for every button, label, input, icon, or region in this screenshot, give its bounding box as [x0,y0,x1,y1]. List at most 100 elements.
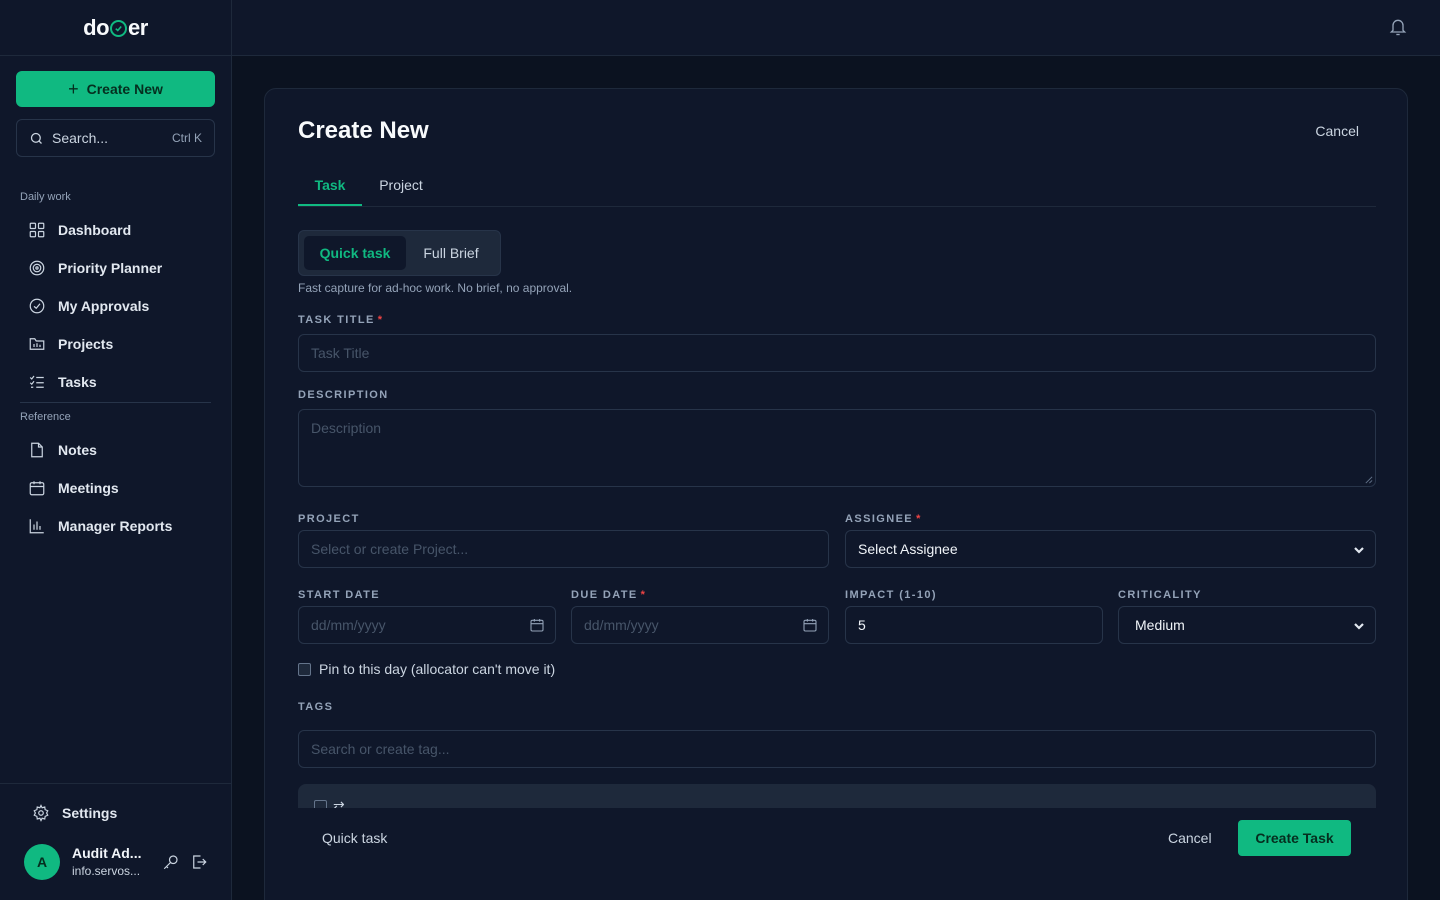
sidebar-item-tasks[interactable]: Tasks [16,365,211,399]
sidebar-item-label: Dashboard [58,222,132,238]
tab-project[interactable]: Project [370,167,432,206]
sidebar-divider [20,402,211,403]
tab-bar: Task Project [298,167,1376,207]
sidebar-item-label: Meetings [58,480,119,496]
description-textarea[interactable]: Description [298,409,1376,487]
section-label-reference: Reference [20,411,71,423]
project-label: PROJECT [298,513,360,525]
logout-icon[interactable] [190,853,208,871]
settings-label: Settings [62,805,118,821]
logo-bar: do er [0,0,231,56]
list-check-icon [29,375,44,388]
logo-text-suffix: er [128,14,148,40]
search-shortcut: Ctrl K [172,131,202,145]
create-task-button[interactable]: Create Task [1238,820,1351,856]
required-mark: * [377,314,384,326]
sidebar-item-label: Notes [58,442,97,458]
sidebar-item-label: Manager Reports [58,518,173,534]
assignee-label-text: ASSIGNEE [845,513,914,525]
search-box[interactable]: Search... Ctrl K [16,119,215,157]
cancel-button-top[interactable]: Cancel [1315,123,1359,139]
search-label: Search... [52,130,109,146]
tags-placeholder: Search or create tag... [311,741,450,757]
tab-task[interactable]: Task [298,167,362,206]
impact-input[interactable]: 5 [845,606,1103,644]
bell-icon[interactable] [1388,17,1408,37]
cancel-button[interactable]: Cancel [1168,830,1212,846]
sidebar-item-meetings[interactable]: Meetings [16,471,211,505]
description-placeholder: Description [311,420,382,436]
section-label-daily: Daily work [20,191,71,203]
due-date-input[interactable]: dd/mm/yyyy [571,606,829,644]
start-date-input[interactable]: dd/mm/yyyy [298,606,556,644]
impact-label: IMPACT (1-10) [845,589,937,601]
task-title-label-text: TASK TITLE [298,314,375,326]
folder-chart-icon [29,338,45,350]
due-date-placeholder: dd/mm/yyyy [584,617,659,633]
mode-helper-text: Fast capture for ad-hoc work. No brief, … [298,281,573,295]
user-name: Audit Ad... [72,845,142,861]
required-mark: * [916,513,922,525]
start-date-label: START DATE [298,589,381,601]
assignee-select[interactable]: Select Assignee [845,530,1376,568]
tags-input[interactable]: Search or create tag... [298,730,1376,768]
criticality-label: CRITICALITY [1118,589,1202,601]
recurring-arrow-icon: ⇄ [333,798,345,808]
user-email: info.servos... [72,864,141,878]
recurring-task-row[interactable]: ⇄ [314,798,345,808]
target-icon [29,260,45,276]
sidebar-item-notes[interactable]: Notes [16,433,211,467]
pin-checkbox-row[interactable]: Pin to this day (allocator can't move it… [298,661,555,677]
plus-icon: + [68,79,79,99]
modal-title: Create New [298,117,429,144]
logo-check-icon [110,20,128,37]
file-icon [31,442,43,458]
create-new-modal: Create New Cancel Task Project Quick tas… [264,88,1408,900]
task-title-placeholder: Task Title [311,345,370,361]
calendar-icon[interactable] [802,617,818,633]
resize-handle-icon[interactable] [1364,475,1373,484]
project-placeholder: Select or create Project... [311,541,469,557]
task-title-label: TASK TITLE * [298,314,383,326]
mode-full-brief[interactable]: Full Brief [411,236,491,270]
recurring-checkbox[interactable] [314,800,327,808]
modal-footer: Quick task Cancel Create Task [265,808,1407,868]
pin-label: Pin to this day (allocator can't move it… [319,661,556,677]
mode-quick-task[interactable]: Quick task [304,236,406,270]
sidebar-item-priority-planner[interactable]: Priority Planner [16,251,211,285]
gear-icon [33,804,49,822]
sidebar-item-my-approvals[interactable]: My Approvals [16,289,211,323]
chevron-down-icon [1353,543,1365,555]
check-circle-icon [29,298,45,314]
task-title-input[interactable]: Task Title [298,334,1376,372]
top-bar [232,0,1440,56]
due-date-label-text: DUE DATE [571,589,638,601]
criticality-select[interactable]: Medium [1118,606,1376,644]
sidebar-item-label: Priority Planner [58,260,163,276]
sidebar-item-projects[interactable]: Projects [16,327,211,361]
project-input[interactable]: Select or create Project... [298,530,829,568]
pin-checkbox[interactable] [298,662,311,676]
sidebar-footer [0,783,231,900]
bar-chart-icon [29,519,44,534]
calendar-icon [29,481,45,496]
search-icon [30,132,42,144]
avatar[interactable]: A [24,844,60,880]
sidebar-item-label: My Approvals [58,298,150,314]
sidebar-item-manager-reports[interactable]: Manager Reports [16,509,211,543]
create-new-button[interactable]: + Create New [16,71,215,107]
criticality-value: Medium [1135,617,1185,633]
app-logo[interactable]: do er [83,15,148,41]
sidebar: do er + Create New Search... Ctrl K Dail… [0,0,232,900]
logo-text-prefix: do [83,14,110,40]
key-icon[interactable] [162,853,180,871]
calendar-icon[interactable] [529,617,545,633]
sidebar-item-dashboard[interactable]: Dashboard [16,213,211,247]
tags-label: TAGS [298,701,334,713]
due-date-label: DUE DATE * [571,589,646,601]
sidebar-item-label: Projects [58,336,114,352]
sidebar-item-label: Tasks [58,374,97,390]
start-date-placeholder: dd/mm/yyyy [311,617,386,633]
settings-link[interactable]: Settings [32,804,117,822]
required-mark: * [640,589,647,601]
